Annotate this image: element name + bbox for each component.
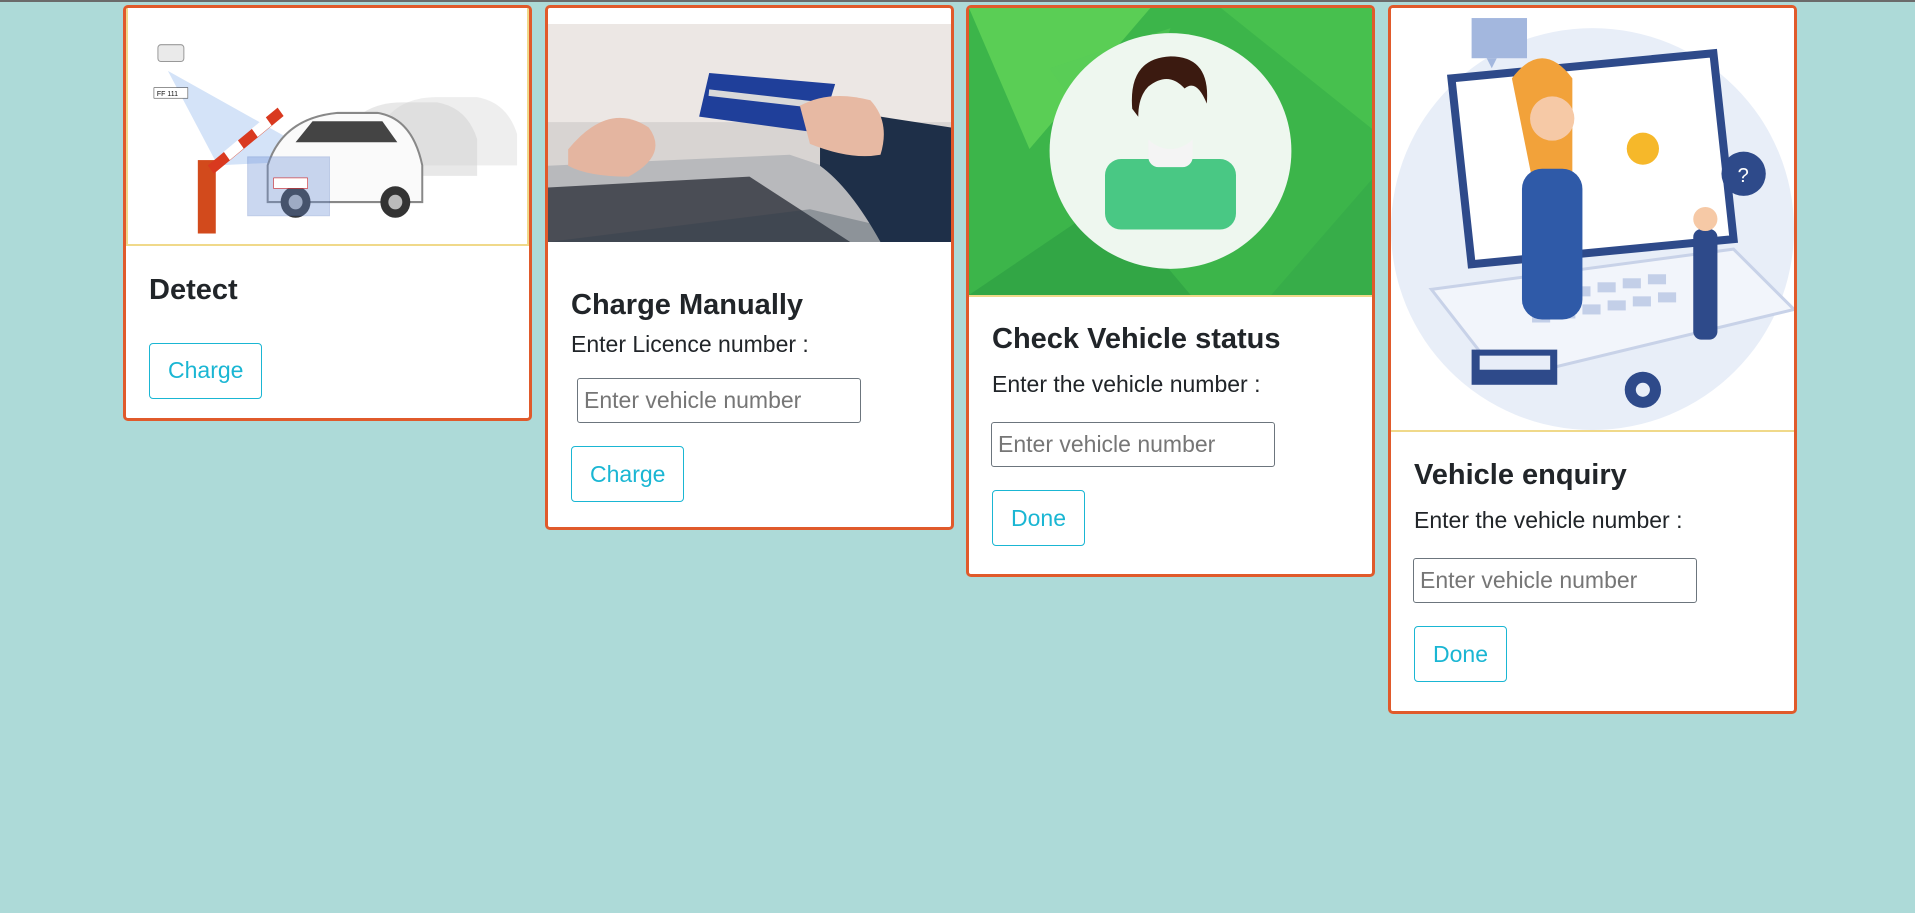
check-status-image	[969, 8, 1372, 297]
manual-charge-button[interactable]: Charge	[571, 446, 685, 503]
card-title: Charge Manually	[571, 289, 804, 321]
svg-text:?: ?	[1738, 165, 1749, 187]
status-done-button[interactable]: Done	[992, 490, 1085, 547]
credit-card-laptop-photo-icon	[548, 24, 951, 242]
card-title: Check Vehicle status	[992, 323, 1281, 355]
licence-number-input[interactable]	[577, 378, 861, 424]
card-title: Detect	[149, 274, 238, 306]
enquiry-vehicle-number-input[interactable]	[1413, 558, 1697, 604]
card-title: Vehicle enquiry	[1414, 459, 1627, 491]
charge-manually-image	[548, 24, 951, 242]
enquiry-vehicle-number-prompt: Enter the vehicle number :	[1414, 506, 1683, 533]
detect-image: FF 111	[126, 8, 529, 246]
check-vehicle-status-card: Check Vehicle status Enter the vehicle n…	[966, 5, 1375, 577]
enquiry-done-button[interactable]: Done	[1414, 626, 1507, 683]
vehicle-enquiry-image: ?	[1391, 8, 1794, 432]
charge-manually-card: Charge Manually Enter Licence number : C…	[545, 5, 954, 530]
support-laptop-illustration-icon: ?	[1391, 8, 1794, 430]
detect-charge-button[interactable]: Charge	[149, 342, 263, 399]
licence-prompt: Enter Licence number :	[571, 330, 809, 357]
user-avatar-icon	[969, 8, 1372, 295]
status-vehicle-number-input[interactable]	[991, 422, 1275, 468]
detect-card: FF 111 Detect Charge	[123, 5, 532, 421]
vehicle-enquiry-card: ? Vehicle enquiry Enter the vehicle numb…	[1388, 5, 1797, 714]
vehicle-number-prompt: Enter the vehicle number :	[992, 370, 1261, 397]
car-barrier-camera-illustration-icon: FF 111	[128, 8, 527, 244]
svg-text:FF 111: FF 111	[157, 90, 178, 98]
